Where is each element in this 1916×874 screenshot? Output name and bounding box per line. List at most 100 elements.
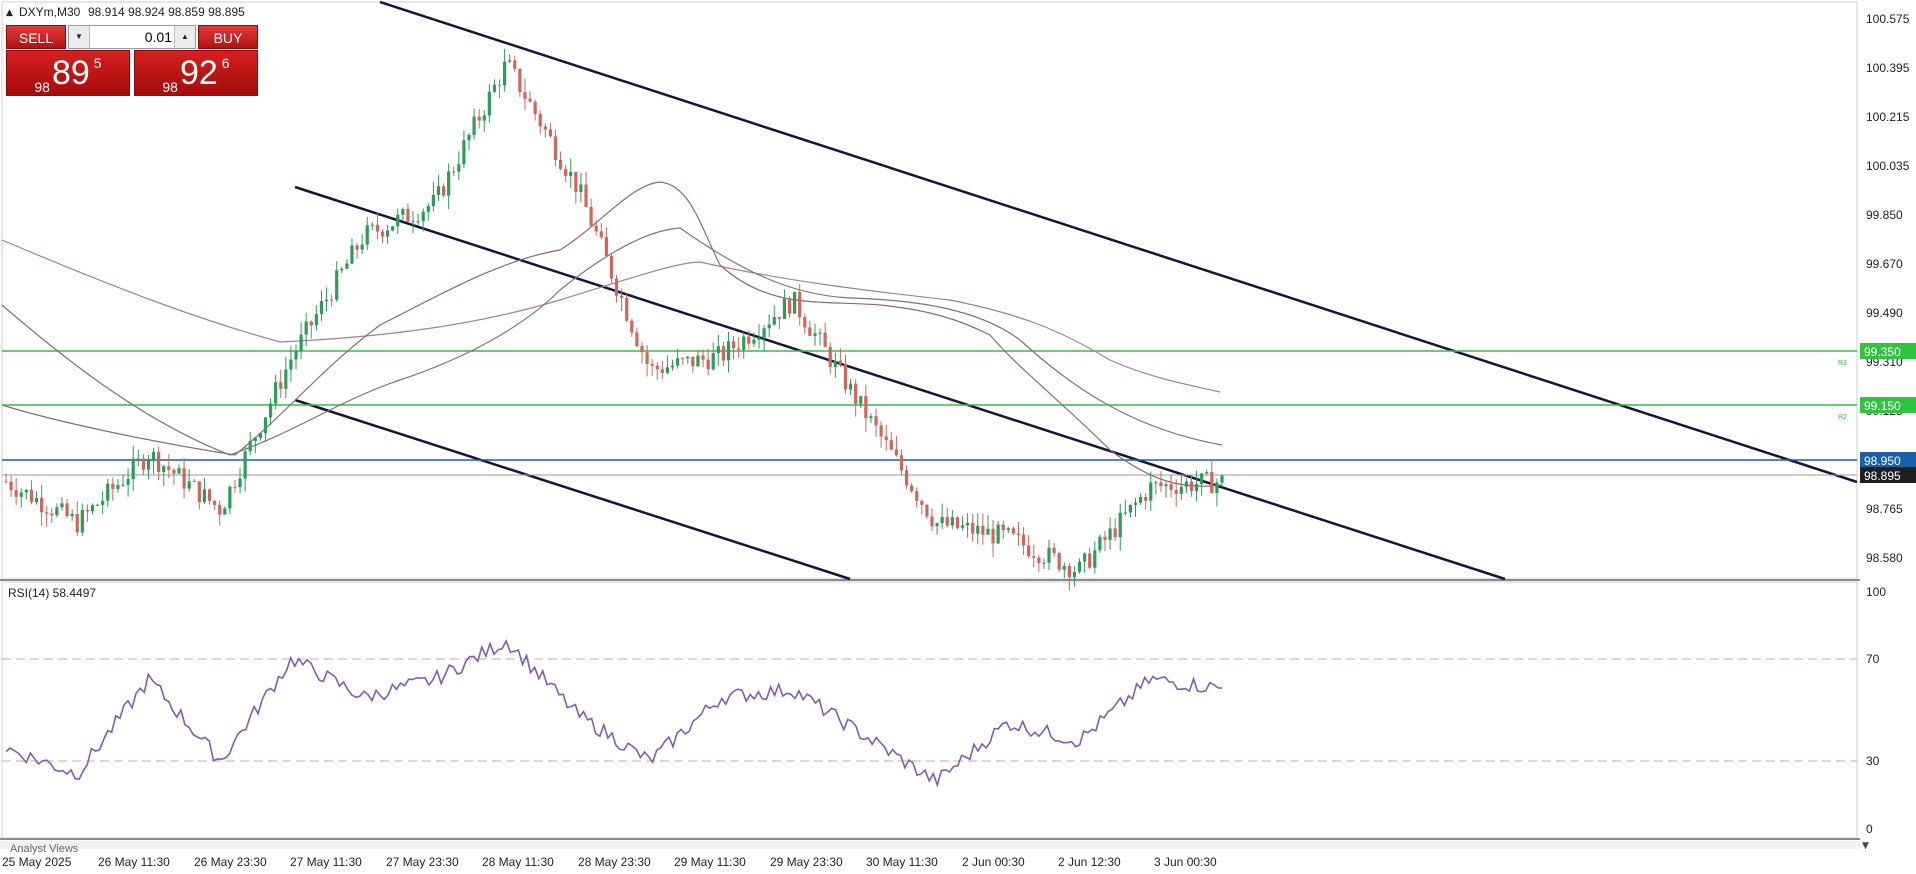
scroll-down-icon[interactable]: ▼	[1862, 841, 1869, 851]
level-label-r1: 98.950	[1860, 452, 1916, 468]
candle-body	[635, 332, 639, 346]
candle-body	[701, 355, 705, 360]
candle-body	[1021, 534, 1026, 546]
candle-body	[309, 321, 313, 326]
lot-increase-icon[interactable]: ▲	[174, 26, 195, 48]
candle-body	[543, 126, 547, 130]
candle-body	[731, 341, 736, 349]
candle-body	[350, 245, 354, 264]
price-tick: 99.850	[1866, 208, 1903, 222]
candle-body	[793, 291, 797, 314]
candle-body	[1154, 482, 1158, 484]
candle-body	[1032, 556, 1036, 558]
candle-body	[294, 351, 298, 360]
channel-lower-line[interactable]	[294, 398, 851, 581]
candle-body	[665, 367, 670, 373]
candle-body	[487, 91, 491, 116]
candle-body	[477, 116, 481, 121]
price-tick: 98.765	[1866, 502, 1903, 516]
candle-body	[803, 317, 807, 328]
candle-body	[808, 327, 812, 336]
price-tick: 98.580	[1866, 551, 1903, 565]
lot-size-control[interactable]: ▼ ▲	[68, 25, 196, 49]
chart-canvas[interactable]: R3 R2 100.575 100.395 100.215 100.035 99…	[0, 0, 1916, 874]
candle-body	[976, 525, 980, 534]
horizontal-levels: R3 R2	[2, 350, 1857, 476]
candle-body	[365, 225, 369, 245]
candle-body	[1067, 566, 1071, 578]
candle-body	[319, 301, 324, 315]
candle-body	[192, 481, 196, 483]
candle-body	[75, 514, 79, 533]
candle-body	[904, 470, 909, 486]
analyst-views-label[interactable]: Analyst Views	[10, 843, 78, 855]
candle-body	[457, 164, 461, 172]
level-label-r1-text: 98.950	[1864, 454, 1901, 468]
candle-body	[1174, 490, 1178, 494]
candle-body	[335, 270, 339, 300]
sell-button[interactable]: SELL	[6, 25, 66, 49]
candle-body	[1164, 484, 1168, 487]
sell-price-point: 5	[93, 55, 102, 71]
buy-button[interactable]: BUY	[198, 25, 258, 49]
candle-body	[406, 208, 410, 222]
candle-body	[782, 298, 787, 319]
candle-body	[1083, 553, 1087, 562]
candle-body	[889, 440, 893, 450]
candle-body	[675, 358, 680, 366]
time-tick: 28 May 23:30	[578, 855, 651, 869]
candle-body	[874, 416, 878, 426]
candle-body	[355, 245, 359, 250]
level-label-r2-text: 99.150	[1864, 399, 1901, 413]
candle-body	[940, 516, 944, 524]
candle-body	[843, 363, 848, 390]
candle-body	[162, 466, 166, 473]
candle-body	[787, 298, 792, 314]
level-label-r3-text: 99.350	[1864, 345, 1901, 359]
candle-body	[1149, 482, 1153, 501]
lot-decrease-icon[interactable]: ▼	[69, 26, 90, 48]
candle-body	[482, 115, 486, 121]
candle-body	[960, 525, 965, 528]
candle-body	[218, 504, 222, 515]
candle-body	[274, 382, 278, 404]
candle-body	[625, 297, 629, 321]
candle-body	[935, 523, 939, 527]
candle-body	[416, 221, 420, 223]
candle-body	[823, 332, 827, 347]
candle-body	[548, 129, 553, 137]
channel-middle-line[interactable]	[294, 185, 1506, 581]
time-tick: 2 Jun 00:30	[962, 855, 1025, 869]
candle-body	[747, 336, 751, 344]
candle-body	[299, 334, 303, 352]
sell-price-box[interactable]: 9889 5	[6, 50, 130, 96]
current-price-label-text: 98.895	[1864, 469, 1901, 483]
candle-body	[1016, 533, 1021, 535]
buy-price-box[interactable]: 9892 6	[134, 50, 258, 96]
candle-body	[660, 369, 664, 373]
time-axis[interactable]: 25 May 2025 26 May 11:30 26 May 23:30 27…	[2, 855, 1217, 869]
lot-size-input[interactable]	[90, 26, 176, 48]
candle-body	[1220, 475, 1224, 483]
candle-body	[589, 206, 593, 226]
candle-body	[233, 486, 237, 488]
candle-body	[1200, 473, 1204, 485]
buy-price-small: 98	[162, 79, 178, 95]
candle-body	[60, 503, 64, 508]
candle-body	[268, 403, 273, 418]
candle-body	[772, 317, 776, 325]
rsi-axis[interactable]: 100 70 30 0 ▼	[1862, 585, 1886, 851]
candle-body	[263, 417, 268, 434]
candle-body	[721, 346, 725, 361]
candle-body	[1205, 472, 1209, 474]
candle-body	[279, 382, 283, 389]
candle-body	[111, 483, 115, 489]
candle-body	[1057, 553, 1061, 570]
candle-body	[1098, 536, 1102, 551]
candle-body	[991, 528, 995, 544]
candle-body	[9, 481, 13, 491]
candle-body	[594, 225, 598, 232]
candle-body	[131, 458, 135, 480]
candle-body	[431, 194, 435, 207]
candle-body	[950, 517, 954, 526]
